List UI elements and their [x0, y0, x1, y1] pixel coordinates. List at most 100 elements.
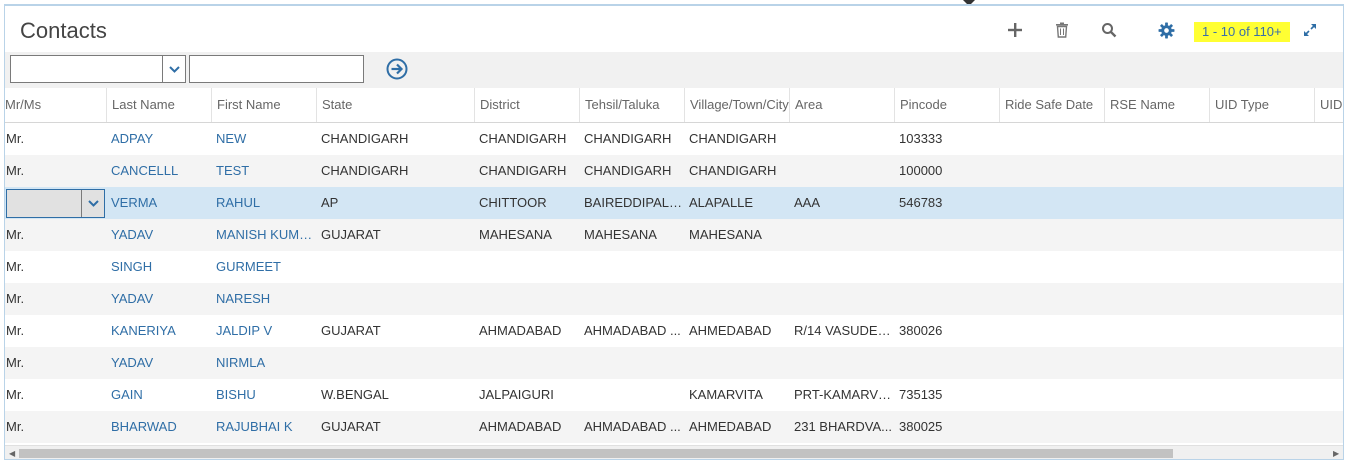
- cell-village: [684, 347, 789, 379]
- panel-title: Contacts: [20, 18, 107, 43]
- column-header-ride-safe-date[interactable]: Ride Safe Date: [999, 88, 1104, 122]
- cell-first-name[interactable]: MANISH KUMAR: [211, 219, 316, 251]
- filter-search-input[interactable]: [189, 55, 364, 83]
- cell-first-name[interactable]: BISHU: [211, 379, 316, 411]
- horizontal-scrollbar[interactable]: ◀ ▶: [5, 445, 1343, 459]
- column-header-uid-type[interactable]: UID Type: [1209, 88, 1314, 122]
- cell-first-name[interactable]: NEW: [211, 123, 316, 155]
- contacts-grid: Mr/Ms Last Name First Name State Distric…: [5, 88, 1343, 443]
- settings-button[interactable]: [1156, 20, 1176, 40]
- cell-pincode: 735135: [899, 387, 943, 402]
- table-row[interactable]: Mr. ADPAY NEW CHANDIGARH CHANDIGARH CHANDIGAR…: [5, 123, 1343, 155]
- column-header-first-name[interactable]: First Name: [211, 88, 316, 122]
- cell-first-name[interactable]: RAJUBHAI K: [211, 411, 316, 443]
- cell-first-name[interactable]: NARESH: [211, 283, 316, 315]
- cell-first-name[interactable]: NIRMLA: [211, 347, 316, 379]
- cell-pincode: [894, 283, 999, 315]
- column-header-tehsil[interactable]: Tehsil/Taluka: [579, 88, 684, 122]
- cell-area: [789, 219, 894, 251]
- title-select[interactable]: [6, 189, 105, 218]
- cell-area: AAA: [794, 195, 821, 210]
- cell-last-name[interactable]: ADPAY: [106, 123, 211, 155]
- cell-village: MAHESANA: [689, 227, 762, 242]
- cell-state: GUJARAT: [321, 227, 381, 242]
- column-header-last-name[interactable]: Last Name: [106, 88, 211, 122]
- cell-title: Mr.: [6, 323, 25, 338]
- cell-village: [684, 283, 789, 315]
- table-row[interactable]: Mr. SINGH GURMEET: [5, 251, 1343, 283]
- cell-district: [474, 251, 579, 283]
- pagination-indicator[interactable]: 1 - 10 of 110+: [1194, 22, 1290, 42]
- cell-district: CHITTOOR: [479, 195, 547, 210]
- cell-district: [474, 347, 579, 379]
- scroll-left-icon[interactable]: ◀: [9, 449, 15, 458]
- cell-district: MAHESANA: [479, 227, 552, 242]
- cell-pincode: 100000: [899, 163, 943, 178]
- cell-pincode: 380026: [899, 323, 943, 338]
- table-row[interactable]: Mr. BHARWAD RAJUBHAI K GUJARAT AHMADABAD AHMA…: [5, 411, 1343, 443]
- column-header-village[interactable]: Village/Town/City: [684, 88, 789, 122]
- table-row[interactable]: VERMA RAHUL AP CHITTOOR BAIREDDIPALLE ALAPALL…: [5, 187, 1343, 219]
- cell-district: JALPAIGURI: [479, 387, 554, 402]
- delete-button[interactable]: [1052, 20, 1072, 40]
- cell-village: CHANDIGARH: [689, 131, 777, 146]
- cell-first-name[interactable]: JALDIP V: [211, 315, 316, 347]
- cell-first-name[interactable]: RAHUL: [211, 187, 316, 219]
- cell-district: CHANDIGARH: [479, 131, 567, 146]
- column-header-rse-name[interactable]: RSE Name: [1104, 88, 1209, 122]
- cell-title: Mr.: [6, 131, 25, 146]
- cell-district: AHMADABAD: [479, 323, 562, 338]
- column-header-pincode[interactable]: Pincode: [894, 88, 999, 122]
- column-header-area[interactable]: Area: [789, 88, 894, 122]
- filter-field-select[interactable]: [10, 55, 186, 83]
- column-header-title[interactable]: Mr/Ms: [5, 88, 106, 122]
- dropdown-toggle[interactable]: [81, 190, 104, 217]
- cell-last-name[interactable]: CANCELLL: [106, 155, 211, 187]
- cell-area: [789, 251, 894, 283]
- cell-last-name[interactable]: YADAV: [106, 283, 211, 315]
- cell-area: 231 BHARDVA...: [794, 419, 893, 434]
- cell-state: [316, 251, 474, 283]
- cell-state: CHANDIGARH: [321, 163, 409, 178]
- chevron-down-icon: [87, 200, 99, 207]
- cell-area: [789, 283, 894, 315]
- scrollbar-thumb[interactable]: [19, 449, 1173, 458]
- apply-filter-button[interactable]: [386, 58, 408, 80]
- add-button[interactable]: [1005, 20, 1025, 40]
- dropdown-toggle[interactable]: [162, 56, 185, 82]
- cell-last-name[interactable]: SINGH: [106, 251, 211, 283]
- scroll-right-icon[interactable]: ▶: [1333, 449, 1339, 458]
- column-header-uid-value[interactable]: UID V: [1314, 88, 1343, 122]
- cell-tehsil: [579, 283, 684, 315]
- cell-tehsil: BAIREDDIPALLE: [584, 195, 684, 210]
- table-row[interactable]: Mr. YADAV NARESH: [5, 283, 1343, 315]
- plus-icon: [1008, 23, 1022, 37]
- cell-district: AHMADABAD: [479, 419, 562, 434]
- search-button[interactable]: [1099, 20, 1119, 40]
- column-header-state[interactable]: State: [316, 88, 474, 122]
- cell-last-name[interactable]: KANERIYA: [106, 315, 211, 347]
- cell-state: GUJARAT: [321, 323, 381, 338]
- cell-tehsil: [579, 251, 684, 283]
- cell-first-name[interactable]: GURMEET: [211, 251, 316, 283]
- table-row[interactable]: Mr. CANCELLL TEST CHANDIGARH CHANDIGARH CHAND…: [5, 155, 1343, 187]
- table-row[interactable]: Mr. KANERIYA JALDIP V GUJARAT AHMADABAD AHMAD…: [5, 315, 1343, 347]
- cell-area: PRT-KAMARVIT...: [794, 387, 894, 402]
- cell-first-name[interactable]: TEST: [211, 155, 316, 187]
- cell-last-name[interactable]: GAIN: [106, 379, 211, 411]
- column-header-district[interactable]: District: [474, 88, 579, 122]
- cell-last-name[interactable]: BHARWAD: [106, 411, 211, 443]
- cell-pincode: 103333: [899, 131, 943, 146]
- table-row[interactable]: Mr. YADAV MANISH KUMAR GUJARAT MAHESANA MAHES…: [5, 219, 1343, 251]
- cell-last-name[interactable]: YADAV: [106, 219, 211, 251]
- cell-last-name[interactable]: VERMA: [106, 187, 211, 219]
- cell-pincode: 380025: [899, 419, 943, 434]
- cell-title: Mr.: [6, 419, 25, 434]
- table-row[interactable]: Mr. GAIN BISHU W.BENGAL JALPAIGURI KAMARVITA…: [5, 379, 1343, 411]
- cell-area: R/14 VASUDEV ...: [794, 323, 894, 338]
- grid-header-row: Mr/Ms Last Name First Name State Distric…: [5, 88, 1343, 123]
- cell-last-name[interactable]: YADAV: [106, 347, 211, 379]
- table-row[interactable]: Mr. YADAV NIRMLA: [5, 347, 1343, 379]
- expand-icon: [1304, 24, 1316, 36]
- expand-button[interactable]: [1300, 20, 1320, 40]
